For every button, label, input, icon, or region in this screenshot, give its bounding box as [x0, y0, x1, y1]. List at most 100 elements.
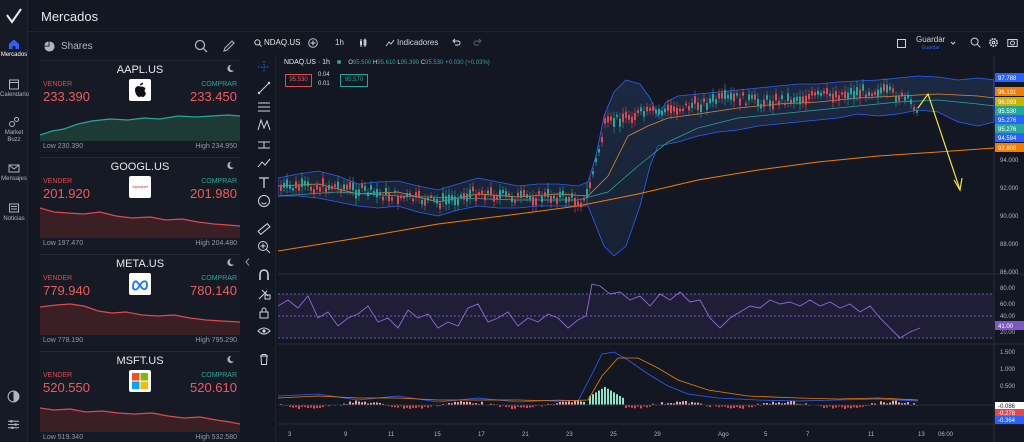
trend-line-icon[interactable] — [257, 81, 271, 95]
edit-pencil-icon[interactable] — [222, 39, 236, 53]
zoom-in-icon[interactable] — [257, 240, 271, 254]
buy-price[interactable]: 233.450 — [190, 89, 237, 104]
time-axis[interactable]: 3 9 11 15 17 21 23 25 29 Ago 5 7 11 13 06:00 — [288, 432, 954, 438]
macd-bar — [460, 401, 462, 405]
sell-price[interactable]: 233.390 — [43, 89, 90, 104]
candles-style-icon[interactable] — [358, 38, 368, 48]
sell-label: VENDER — [43, 81, 73, 88]
price-label[interactable]: 95.530 — [995, 106, 1024, 115]
legend-title[interactable]: NDAQ.US · 1h — [284, 59, 330, 66]
sell-price[interactable]: 201.920 — [43, 186, 90, 201]
macd-tick: 1.000 — [1000, 367, 1016, 373]
time-tick: 25 — [610, 432, 617, 438]
macd-bar — [580, 401, 582, 405]
day-low: Low 778.190 — [43, 337, 84, 344]
buy-price[interactable]: 520.610 — [190, 380, 237, 395]
horizontal-lines-icon[interactable] — [257, 100, 271, 114]
magnet-icon[interactable] — [257, 268, 271, 282]
interval-selector[interactable]: 1h — [335, 38, 344, 47]
nav-item-messages[interactable]: Mensajes — [0, 162, 28, 183]
macd-bar — [349, 401, 351, 405]
eye-icon[interactable] — [257, 324, 271, 338]
redo-icon[interactable] — [473, 38, 483, 48]
nav-label-messages: Mensajes — [1, 176, 27, 182]
nav-item-calendar[interactable]: Calendario — [0, 78, 29, 99]
svg-text:96.191: 96.191 — [998, 90, 1017, 96]
day-high: High 204.480 — [195, 240, 237, 247]
price-tick: 94.000 — [1000, 158, 1019, 164]
add-symbol-icon[interactable] — [308, 38, 318, 48]
macd-bar — [790, 400, 792, 405]
save-button[interactable]: Guardar Guardar — [916, 35, 945, 53]
sparkline — [40, 207, 240, 238]
sell-price[interactable]: 520.550 — [43, 380, 90, 395]
brand-check-logo — [6, 8, 22, 24]
watchlist-card-aapl[interactable]: AAPL.US VENDER COMPRAR 233.390 233.450 L… — [40, 60, 240, 152]
macd-bar — [598, 390, 600, 405]
pattern-tool-icon[interactable] — [257, 118, 271, 132]
macd-bar — [619, 396, 621, 405]
price-label[interactable]: 96.093 — [995, 97, 1024, 106]
nav-label-news: Noticias — [3, 216, 25, 222]
search-icon[interactable] — [970, 37, 981, 48]
price-label[interactable]: 95.276 — [995, 115, 1024, 124]
day-high: High 532.580 — [195, 434, 237, 441]
theme-toggle-icon[interactable] — [7, 390, 20, 403]
sell-label: VENDER — [43, 275, 73, 282]
price-label[interactable]: 97.788 — [995, 73, 1024, 82]
collapse-panel-icon[interactable] — [245, 258, 250, 266]
alphabet-logo: Alphabet — [129, 176, 151, 198]
measure-range-icon[interactable] — [257, 138, 271, 152]
price-label[interactable]: 94.594 — [995, 133, 1024, 142]
buy-label: COMPRAR — [201, 275, 237, 282]
camera-icon[interactable] — [1007, 37, 1018, 48]
svg-text:96.093: 96.093 — [998, 100, 1017, 106]
sell-price-box[interactable]: 95.530 — [285, 74, 312, 87]
price-label[interactable]: 96.191 — [995, 87, 1024, 96]
symbol-search-icon[interactable] — [254, 39, 262, 47]
price-axis[interactable]: 94.000 92.000 90.000 88.000 86.000 97.788 96.1… — [995, 73, 1024, 424]
svg-text:95.276: 95.276 — [998, 118, 1017, 124]
macd-bar — [892, 400, 894, 405]
price-label[interactable]: 95.276 — [995, 124, 1024, 133]
settings-gear-icon[interactable] — [988, 37, 999, 48]
trash-icon[interactable] — [257, 352, 271, 366]
macd-bar — [640, 405, 642, 409]
nav-item-markets[interactable]: Mercados — [0, 38, 28, 59]
indicators-button[interactable]: Indicadores — [397, 38, 438, 47]
current-time-label: 06:00 — [938, 432, 954, 438]
watchlist-card-msft[interactable]: MSFT.US VENDER COMPRAR 520.550 520.610 L… — [40, 351, 240, 442]
sparkline — [40, 407, 240, 432]
buy-price[interactable]: 201.980 — [190, 186, 237, 201]
sell-price[interactable]: 779.940 — [43, 283, 90, 298]
chart-symbol[interactable]: NDAQ.US — [264, 38, 300, 47]
layout-square-icon[interactable] — [897, 39, 906, 48]
macd-bar — [403, 405, 405, 409]
day-low: Low 519.340 — [43, 434, 84, 441]
indicators-icon[interactable] — [385, 38, 395, 48]
settings-sliders-icon[interactable] — [7, 418, 20, 431]
day-high: High 795.290 — [195, 337, 237, 344]
watchlist-card-meta[interactable]: META.US VENDER COMPRAR 779.940 780.140 L… — [40, 254, 240, 346]
emoji-icon[interactable] — [257, 194, 271, 208]
buy-price[interactable]: 780.140 — [190, 283, 237, 298]
watchlist-card-googl[interactable]: GOOGL.US VENDER COMPRAR 201.920 201.980 … — [40, 157, 240, 249]
ruler-icon[interactable] — [257, 222, 271, 236]
buy-price-box[interactable]: 95.570 — [340, 74, 368, 87]
legend-close-value: 95.530 — [425, 60, 444, 66]
crosshair-icon[interactable] — [257, 60, 271, 74]
spread-bottom: 0.01 — [318, 81, 330, 87]
nav-item-market-buzz[interactable]: Market Buzz — [0, 116, 28, 144]
nav-item-news[interactable]: Noticias — [0, 202, 28, 223]
text-tool-icon[interactable] — [257, 176, 271, 190]
lock-drawings-icon[interactable] — [257, 287, 271, 301]
lock-icon[interactable] — [257, 306, 271, 320]
search-icon[interactable] — [194, 39, 208, 53]
forecast-line-icon[interactable] — [257, 156, 271, 170]
chevron-down-icon[interactable] — [950, 40, 956, 46]
chart-canvas[interactable]: 94.000 92.000 90.000 88.000 86.000 97.788 96.1… — [277, 56, 1024, 442]
legend-low-value: 95.390 — [400, 60, 420, 66]
price-label[interactable]: 92.808 — [995, 143, 1024, 152]
price-chart[interactable]: 94.000 92.000 90.000 88.000 86.000 97.788 96.1… — [277, 56, 1024, 442]
undo-icon[interactable] — [451, 38, 461, 48]
